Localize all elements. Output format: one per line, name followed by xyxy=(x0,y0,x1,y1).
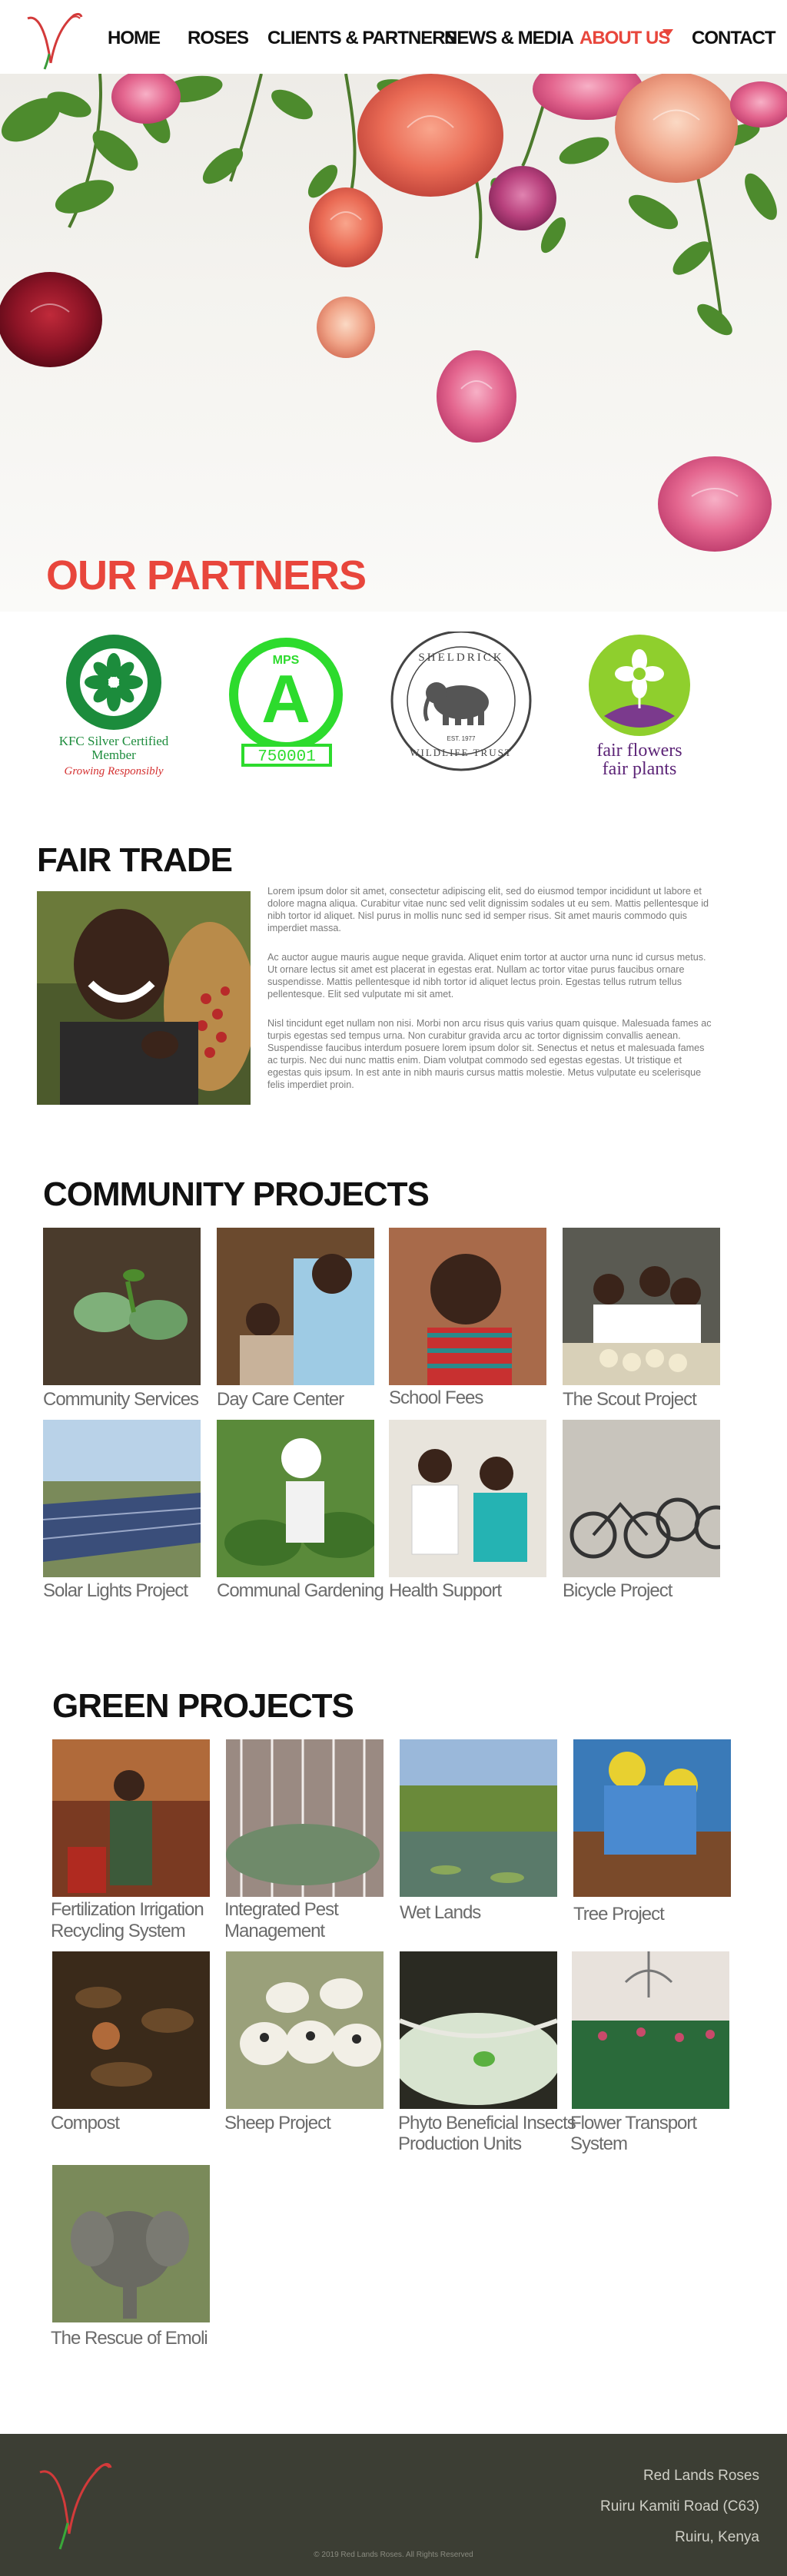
fertilization-irrigation-tile[interactable] xyxy=(52,1739,210,1897)
bicycle-project-label[interactable]: Bicycle Project xyxy=(563,1580,672,1602)
sheep-project-label[interactable]: Sheep Project xyxy=(224,2113,331,2134)
wet-lands-label[interactable]: Wet Lands xyxy=(400,1902,481,1924)
kfc-tagline: Growing Responsibly xyxy=(64,765,163,777)
fair-trade-paragraph-3: Nisl tincidunt eget nullam non nisi. Mor… xyxy=(267,1018,712,1090)
communal-gardening-label[interactable]: Communal Gardening xyxy=(217,1580,384,1602)
phyto-insects-label-2[interactable]: Production Units xyxy=(398,2133,522,2155)
rescue-of-emoli-tile[interactable] xyxy=(52,2165,210,2322)
fair-flowers-line1: fair flowers xyxy=(596,741,682,761)
kfc-line1: KFC Silver Certified xyxy=(59,734,169,748)
fair-trade-title: FAIR TRADE xyxy=(37,841,233,879)
day-care-center-label[interactable]: Day Care Center xyxy=(217,1389,344,1411)
communal-gardening-tile[interactable] xyxy=(217,1420,374,1577)
bicycle-project-tile[interactable] xyxy=(563,1420,720,1577)
community-services-label[interactable]: Community Services xyxy=(43,1389,199,1411)
phyto-insects-tile[interactable] xyxy=(400,1951,557,2109)
school-fees-tile[interactable] xyxy=(389,1228,546,1385)
community-services-tile[interactable] xyxy=(43,1228,201,1385)
hero-roses-image xyxy=(0,74,787,612)
rescue-of-emoli-label[interactable]: The Rescue of Emoli xyxy=(51,2328,208,2349)
sheldrick-bottom: WILDLIFE TRUST xyxy=(410,747,513,758)
fair-trade-paragraph-2: Ac auctor augue mauris augue neque gravi… xyxy=(267,952,706,1000)
compost-label[interactable]: Compost xyxy=(51,2113,120,2134)
nav-news-media[interactable]: NEWS & MEDIA xyxy=(444,28,574,51)
health-support-label[interactable]: Health Support xyxy=(389,1580,502,1602)
mps-letter: A xyxy=(261,661,310,737)
footer-company: Red Lands Roses xyxy=(643,2468,759,2484)
integrated-pest-management-tile[interactable] xyxy=(226,1739,384,1897)
green-projects-title: GREEN PROJECTS xyxy=(52,1687,354,1725)
flower-transport-label-1[interactable]: Flower Transport xyxy=(570,2113,697,2134)
chevron-down-icon[interactable] xyxy=(662,29,673,37)
tree-project-label[interactable]: Tree Project xyxy=(573,1904,665,1925)
integrated-pest-management-label-2[interactable]: Management xyxy=(224,1921,325,1942)
mps-number: 750001 xyxy=(257,748,316,766)
nav-roses[interactable]: ROSES xyxy=(188,28,249,51)
fertilization-irrigation-label-2[interactable]: Recycling System xyxy=(51,1921,186,1942)
phyto-insects-label-1[interactable]: Phyto Beneficial Insects xyxy=(398,2113,576,2134)
nav-contact[interactable]: CONTACT xyxy=(692,28,776,51)
solar-lights-tile[interactable] xyxy=(43,1420,201,1577)
footer-city: Ruiru, Kenya xyxy=(675,2529,759,2545)
sheldrick-top: SHELDRICK xyxy=(418,651,503,664)
wet-lands-tile[interactable] xyxy=(400,1739,557,1897)
tree-project-tile[interactable] xyxy=(573,1739,731,1897)
flower-transport-tile[interactable] xyxy=(572,1951,729,2109)
health-support-tile[interactable] xyxy=(389,1420,546,1577)
scout-project-tile[interactable] xyxy=(563,1228,720,1385)
fair-flowers-logo[interactable]: fair flowers fair plants xyxy=(553,632,707,785)
fair-trade-paragraph-1: Lorem ipsum dolor sit amet, consectetur … xyxy=(267,886,709,933)
school-fees-label[interactable]: School Fees xyxy=(389,1387,483,1409)
scout-project-label[interactable]: The Scout Project xyxy=(563,1389,697,1411)
integrated-pest-management-label-1[interactable]: Integrated Pest xyxy=(224,1899,339,1921)
partners-title: OUR PARTNERS xyxy=(46,552,367,598)
nav-about-us[interactable]: ABOUT US xyxy=(579,28,670,51)
copyright-text: © 2019 Red Lands Roses. All Rights Reser… xyxy=(314,2551,473,2559)
brand-logo[interactable] xyxy=(23,6,85,71)
footer-address: Ruiru Kamiti Road (C63) xyxy=(600,2498,759,2515)
kfc-line2: Member xyxy=(91,748,136,762)
solar-lights-label[interactable]: Solar Lights Project xyxy=(43,1580,188,1602)
day-care-center-tile[interactable] xyxy=(217,1228,374,1385)
kfc-logo[interactable]: KFC Silver Certified Member Growing Resp… xyxy=(46,632,200,785)
fair-flowers-line2: fair plants xyxy=(603,759,677,779)
nav-clients-partners[interactable]: CLIENTS & PARTNERS xyxy=(267,28,457,51)
nav-home[interactable]: HOME xyxy=(108,28,161,51)
fertilization-irrigation-label-1[interactable]: Fertilization Irrigation xyxy=(51,1899,204,1921)
mps-logo[interactable]: MPS A 750001 xyxy=(215,632,369,785)
community-projects-title: COMMUNITY PROJECTS xyxy=(43,1175,430,1213)
footer-logo[interactable] xyxy=(35,2449,112,2557)
sheldrick-logo[interactable]: SHELDRICK EST. 1977 WILDLIFE TRUST xyxy=(384,630,538,785)
sheep-project-tile[interactable] xyxy=(226,1951,384,2109)
sheldrick-est: EST. 1977 xyxy=(447,735,476,742)
flower-transport-label-2[interactable]: System xyxy=(570,2133,628,2155)
site-header: HOME ROSES CLIENTS & PARTNERS NEWS & MED… xyxy=(0,0,787,74)
fair-trade-photo xyxy=(37,891,251,1105)
compost-tile[interactable] xyxy=(52,1951,210,2109)
